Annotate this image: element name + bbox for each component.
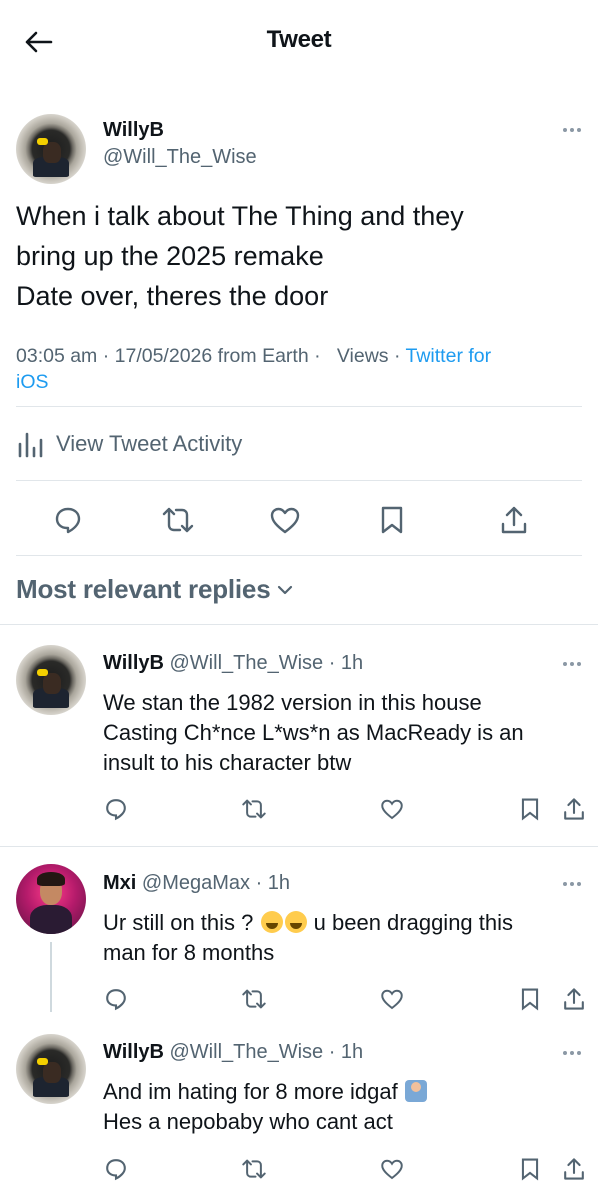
reply-text: Ur still on this ? u been dragging this … <box>103 908 563 968</box>
reply-button[interactable] <box>48 502 88 538</box>
retweet-button[interactable] <box>158 502 198 538</box>
reply-avatar[interactable] <box>16 864 86 934</box>
reply-button[interactable] <box>100 792 132 826</box>
tweet-text-line: Date over, theres the door <box>16 281 329 311</box>
bookmark-button[interactable] <box>514 792 546 826</box>
share-button[interactable] <box>558 982 590 1016</box>
divider <box>16 406 582 407</box>
heart-icon <box>381 989 403 1010</box>
bookmark-button[interactable] <box>514 982 546 1016</box>
bookmark-icon <box>521 1158 539 1181</box>
reply-avatar[interactable] <box>16 1034 86 1104</box>
divider <box>16 555 582 556</box>
like-button[interactable] <box>265 502 305 538</box>
reply-button[interactable] <box>100 1152 132 1186</box>
reply-actions <box>0 1150 598 1190</box>
bookmark-icon <box>521 798 539 821</box>
more-icon[interactable] <box>563 662 581 666</box>
reply-text: We stan the 1982 version in this house C… <box>103 688 563 778</box>
more-icon[interactable] <box>563 1051 581 1055</box>
reply-header: WillyB @Will_The_Wise · 1h <box>103 1041 363 1064</box>
tweet-actions <box>0 498 598 542</box>
author-name[interactable]: WillyB <box>103 119 164 142</box>
retweet-button[interactable] <box>238 982 270 1016</box>
divider <box>0 846 598 847</box>
reply-text-segment: Ur still on this ? <box>103 910 254 935</box>
top-bar: Tweet <box>0 0 598 82</box>
reply-icon <box>106 1159 126 1181</box>
retweet-icon <box>242 1159 266 1179</box>
reply-icon <box>55 507 81 534</box>
reply-actions <box>0 790 598 830</box>
replies-title: Most relevant replies <box>16 574 271 604</box>
share-icon <box>564 988 584 1010</box>
loudly-crying-face-icon <box>260 911 283 933</box>
reply-header: Mxi @MegaMax · 1h <box>103 872 290 895</box>
retweet-icon <box>162 507 194 533</box>
share-icon <box>501 506 527 534</box>
replies-sort-dropdown[interactable]: Most relevant replies <box>16 574 294 605</box>
reply-author-name[interactable]: WillyB <box>103 652 164 674</box>
reply-text-line: We stan the 1982 version in this house <box>103 690 482 715</box>
tweet-text-line: bring up the 2025 remake <box>16 241 324 271</box>
like-button[interactable] <box>376 1152 408 1186</box>
share-icon <box>564 798 584 820</box>
divider <box>16 480 582 481</box>
reply-text-line: insult to his character btw <box>103 750 352 775</box>
reply-text-line: Hes a nepobaby who cant act <box>103 1109 393 1134</box>
more-icon[interactable] <box>563 128 581 132</box>
share-button[interactable] <box>494 502 534 538</box>
share-icon <box>564 1158 584 1180</box>
bar-chart-icon <box>18 432 43 458</box>
reply-button[interactable] <box>100 982 132 1016</box>
reply-avatar[interactable] <box>16 645 86 715</box>
tweet-text: When i talk about The Thing and they bri… <box>16 196 582 316</box>
views-label: Views · <box>336 345 401 367</box>
share-button[interactable] <box>558 1152 590 1186</box>
reply-text-line: Casting Ch*nce L*ws*n as MacReady is an <box>103 720 524 745</box>
share-button[interactable] <box>558 792 590 826</box>
like-button[interactable] <box>376 982 408 1016</box>
reply-text-line: man for 8 months <box>103 940 275 965</box>
reply-text-segment: And im hating for 8 more idgaf <box>103 1079 398 1104</box>
retweet-button[interactable] <box>238 1152 270 1186</box>
client-link-cont[interactable]: iOS <box>16 371 49 393</box>
reply-author-handle[interactable]: @Will_The_Wise · 1h <box>170 652 364 674</box>
view-activity-label: View Tweet Activity <box>56 431 243 456</box>
client-link[interactable]: Twitter for <box>406 345 492 367</box>
bookmark-button[interactable] <box>372 502 412 538</box>
tweet-text-line: When i talk about The Thing and they <box>16 201 464 231</box>
reply-author-handle[interactable]: @MegaMax · 1h <box>142 872 290 894</box>
tweet-meta: 03:05 am · 17/05/2026 from Earth · Views… <box>16 343 586 395</box>
reply-header: WillyB @Will_The_Wise · 1h <box>103 652 363 675</box>
bookmark-icon <box>381 506 403 534</box>
person-shrugging-icon <box>404 1080 427 1102</box>
page-title: Tweet <box>266 26 332 53</box>
view-activity-button[interactable]: View Tweet Activity <box>16 426 242 462</box>
retweet-button[interactable] <box>238 792 270 826</box>
reply-text: And im hating for 8 more idgaf Hes a nep… <box>103 1077 563 1137</box>
bookmark-button[interactable] <box>514 1152 546 1186</box>
reply-author-name[interactable]: WillyB <box>103 1041 164 1063</box>
author-handle[interactable]: @Will_The_Wise <box>103 146 257 169</box>
heart-icon <box>381 1159 403 1180</box>
tweet-timestamp[interactable]: 03:05 am · 17/05/2026 from Earth · <box>16 345 321 367</box>
chevron-down-icon <box>278 585 293 594</box>
divider <box>0 624 598 625</box>
heart-icon <box>381 799 403 820</box>
reply-actions <box>0 980 598 1020</box>
loudly-crying-face-icon <box>284 911 307 933</box>
retweet-icon <box>242 989 266 1009</box>
heart-icon <box>270 507 300 534</box>
retweet-icon <box>242 799 266 819</box>
more-icon[interactable] <box>563 882 581 886</box>
reply-text-segment: u been dragging this <box>313 910 514 935</box>
reply-icon <box>106 989 126 1011</box>
reply-icon <box>106 799 126 821</box>
author-avatar[interactable] <box>16 114 86 184</box>
reply-author-handle[interactable]: @Will_The_Wise · 1h <box>170 1041 364 1063</box>
reply-author-name[interactable]: Mxi <box>103 872 136 894</box>
like-button[interactable] <box>376 792 408 826</box>
bookmark-icon <box>521 988 539 1011</box>
